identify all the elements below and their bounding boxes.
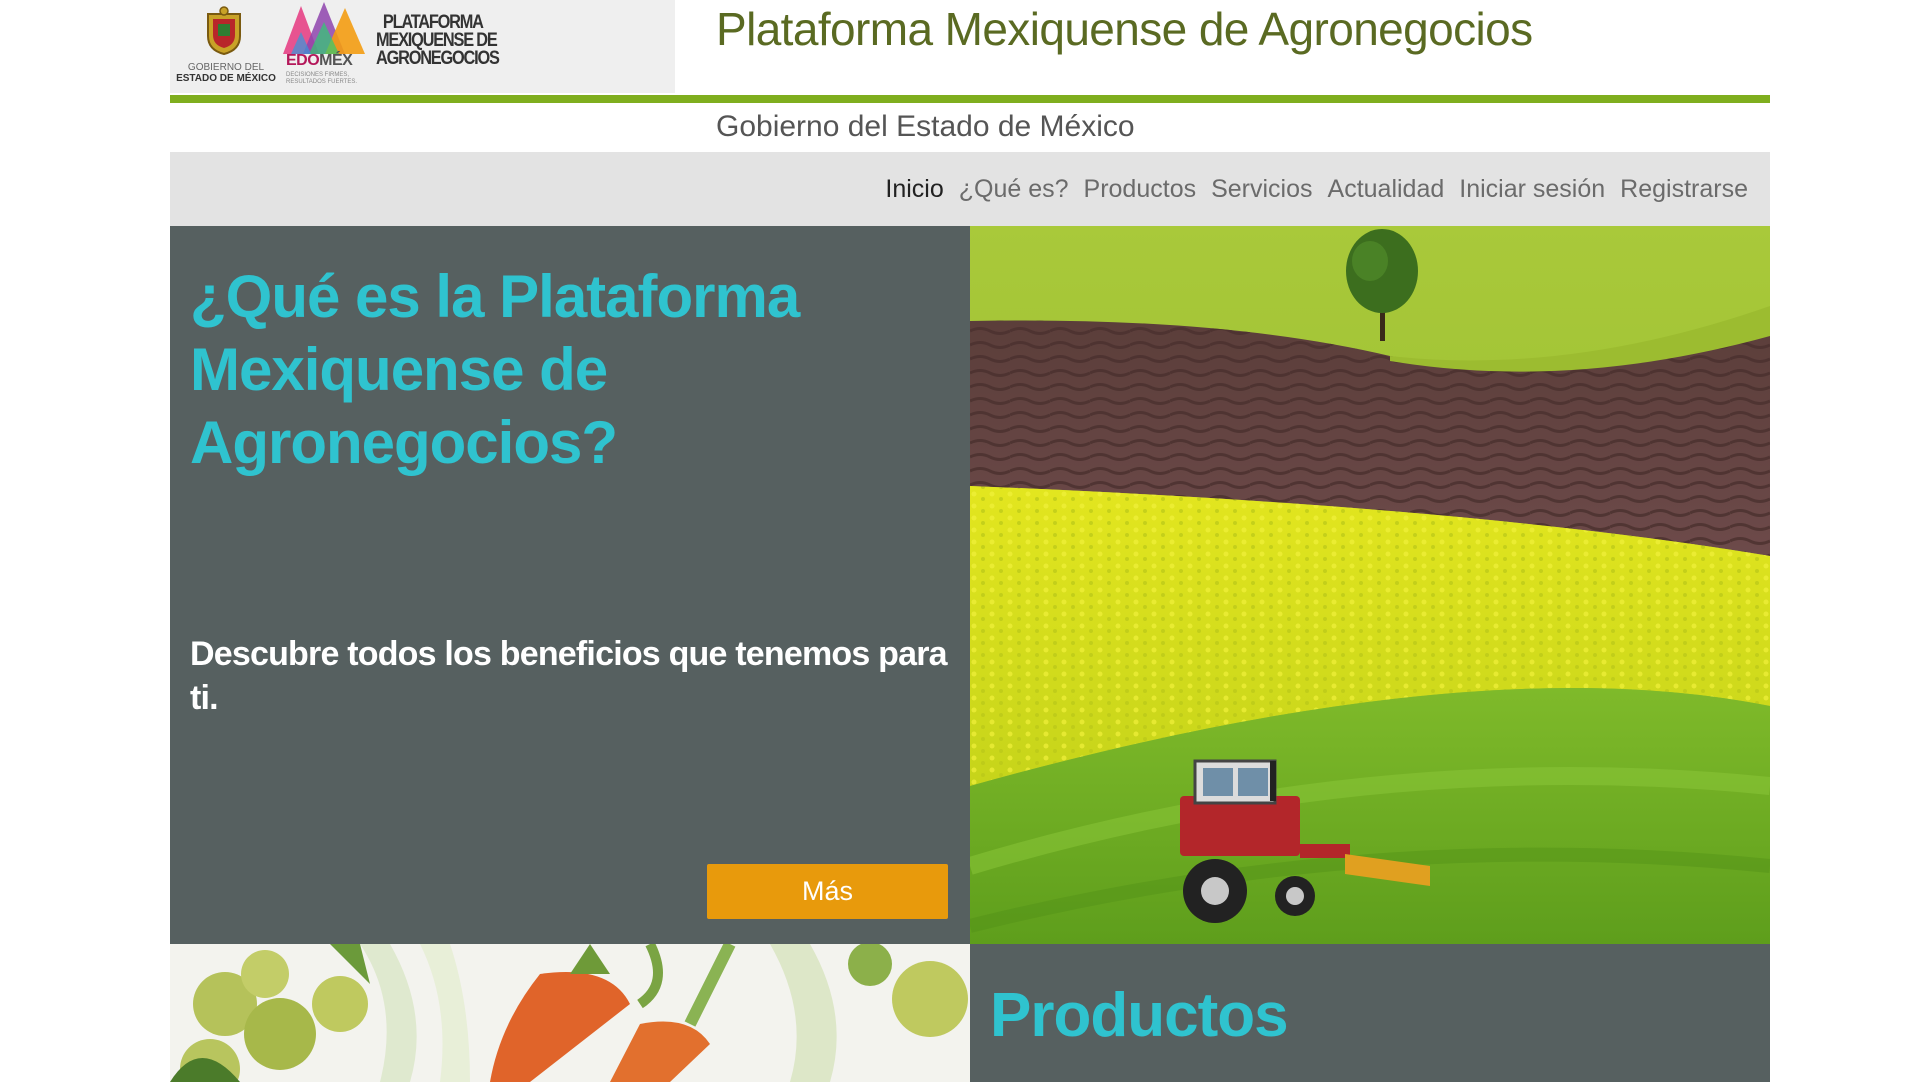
site-header: GOBIERNO DEL ESTADO DE MÉXICO EDOMÉX DEC… — [170, 0, 1770, 103]
nav-item-productos[interactable]: Productos — [1084, 175, 1197, 204]
state-seal-icon — [207, 6, 241, 56]
nav-item-que-es[interactable]: ¿Qué es? — [959, 175, 1069, 204]
edomex-slogan-line2: RESULTADOS FUERTES. — [286, 79, 358, 85]
edomex-prefix: EDO — [286, 52, 320, 69]
mas-button[interactable]: Más — [707, 864, 948, 919]
site-title: Plataforma Mexiquense de Agronegocios — [716, 3, 1533, 55]
nav-item-iniciar-sesion[interactable]: Iniciar sesión — [1459, 175, 1605, 204]
nav-item-inicio[interactable]: Inicio — [885, 175, 943, 204]
vegetables-image — [170, 944, 970, 1082]
site-subtitle: Gobierno del Estado de México — [716, 110, 1135, 143]
nav-item-registrarse[interactable]: Registrarse — [1620, 175, 1748, 204]
nav-item-actualidad[interactable]: Actualidad — [1328, 175, 1445, 204]
productos-panel: Productos — [970, 944, 1770, 1082]
edomex-slogan: DECISIONES FIRMES, RESULTADOS FUERTES. — [286, 72, 357, 86]
logo-banner[interactable]: GOBIERNO DEL ESTADO DE MÉXICO EDOMÉX DEC… — [170, 0, 675, 93]
edomex-mountains-icon — [283, 2, 365, 54]
edomex-suffix: MÉX — [319, 52, 353, 69]
gob-logo-line2: ESTADO DE MÉXICO — [176, 73, 276, 84]
page: GOBIERNO DEL ESTADO DE MÉXICO EDOMÉX DEC… — [170, 0, 1770, 1082]
main-nav: Inicio ¿Qué es? Productos Servicios Actu… — [170, 152, 1770, 226]
hero-text-panel: ¿Qué es la Plataforma Mexiquense de Agro… — [170, 226, 970, 944]
vegetables-illustration — [170, 944, 970, 1082]
nav-list: Inicio ¿Qué es? Productos Servicios Actu… — [885, 152, 1748, 226]
gob-logo-line1: GOBIERNO DEL — [187, 62, 265, 73]
platform-logo-text: PLATAFORMA MEXIQUENSE DE AGRONEGOCIOS — [376, 13, 500, 69]
farm-field-illustration — [970, 226, 1770, 944]
productos-heading: Productos — [990, 981, 1289, 1050]
edomex-slogan-line1: DECISIONES FIRMES, — [286, 72, 350, 78]
hero-description: Descubre todos los beneficios que tenemo… — [190, 635, 948, 717]
hero-heading: ¿Qué es la Plataforma Mexiquense de Agro… — [190, 263, 800, 476]
nav-item-servicios[interactable]: Servicios — [1211, 175, 1312, 204]
edomex-logo-word: EDOMÉX — [286, 52, 353, 70]
hero-farm-image — [970, 226, 1770, 944]
gobierno-logo-text: GOBIERNO DEL ESTADO DE MÉXICO — [170, 62, 282, 84]
header-divider — [170, 95, 1770, 103]
platform-logo-line3: AGRONEGOCIOS — [376, 48, 500, 69]
